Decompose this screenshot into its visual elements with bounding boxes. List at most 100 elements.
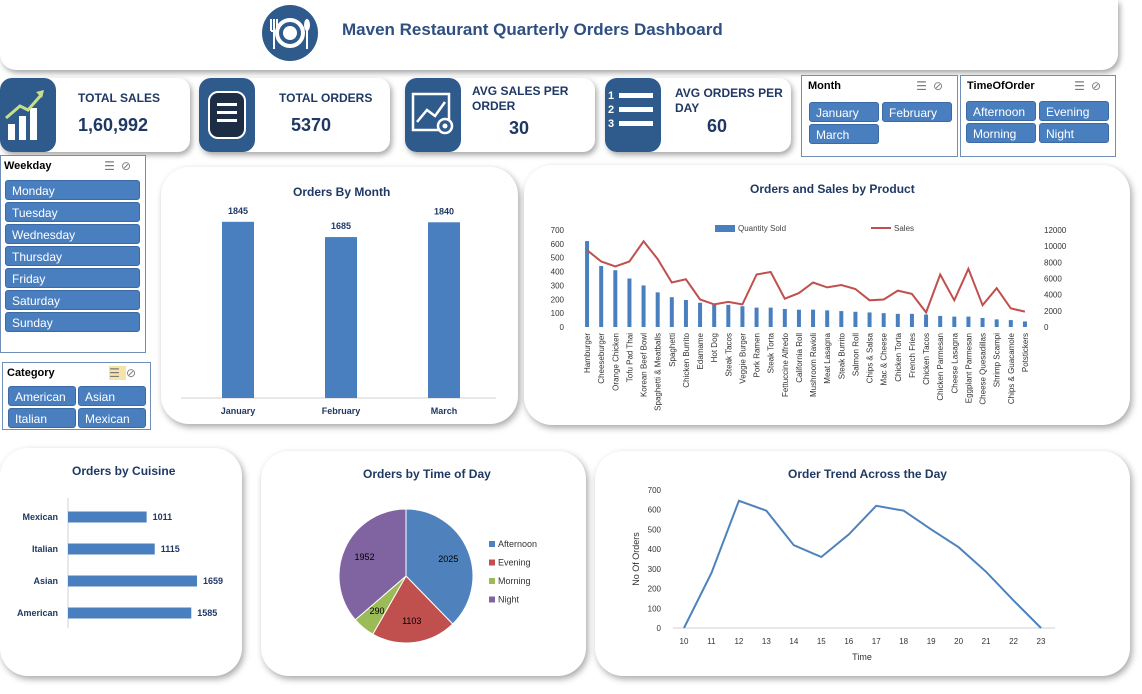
clear-filter-icon[interactable]: ⊘ (126, 366, 142, 380)
bar-january (222, 221, 254, 398)
slicer-item-saturday[interactable]: Saturday (5, 290, 140, 310)
bar-quantity-sold (853, 311, 858, 327)
slicer-item-february[interactable]: February (882, 102, 952, 122)
bar-quantity-sold (655, 292, 660, 327)
kpi-total-sales: TOTAL SALES 1,60,992 (0, 78, 190, 152)
slicer-item-evening[interactable]: Evening (1039, 101, 1109, 121)
x-tick-label: Chicken Burrito (682, 332, 691, 387)
svg-text:3: 3 (608, 118, 614, 130)
x-tick-label: 17 (872, 637, 881, 646)
x-tick-label: 16 (844, 637, 853, 646)
x-tick-label: Cheese Lasagna (950, 332, 959, 393)
x-tick-label: 10 (680, 637, 689, 646)
x-tick-label: 12 (734, 637, 743, 646)
legend-label: Afternoon (498, 539, 537, 549)
multi-select-icon[interactable]: ☰ (104, 159, 121, 173)
y-tick-label-left: 200 (551, 295, 565, 304)
y-tick-label-right: 8000 (1044, 258, 1062, 267)
analytics-gear-icon (405, 78, 461, 152)
bar-quantity-sold (994, 319, 999, 327)
x-tick-label: Potstickers (1021, 333, 1030, 372)
y-tick-label-right: 12000 (1044, 226, 1067, 235)
x-tick-label: January (221, 406, 256, 416)
y-tick-label: Asian (33, 576, 58, 586)
orders-by-time-of-day-chart: 2025 1103 290 1952 Afternoon Evening Morning Ni… (338, 508, 537, 644)
weekday-slicer: Weekday ☰⊘ Monday Tuesday Wednesday Thur… (0, 155, 146, 353)
slicer-item-morning[interactable]: Morning (966, 123, 1036, 143)
data-label: 1115 (161, 544, 180, 554)
x-tick-label: French Fries (908, 333, 917, 378)
slicer-item-asian[interactable]: Asian (78, 386, 146, 406)
y-tick-label-left: 600 (551, 240, 565, 249)
slicer-item-thursday[interactable]: Thursday (5, 246, 140, 266)
data-label: 1103 (402, 616, 421, 626)
legend-label: Sales (894, 224, 914, 233)
slicer-item-italian[interactable]: Italian (8, 408, 76, 428)
numbered-list-icon: 1 2 3 (605, 78, 661, 152)
legend-label: Night (498, 595, 520, 605)
bar-quantity-sold (726, 304, 731, 327)
y-tick-label: 700 (648, 486, 662, 495)
bar-mexican (68, 511, 147, 523)
y-tick-label-right: 2000 (1044, 307, 1062, 316)
x-tick-label: Steak Torta (767, 332, 776, 373)
bar-quantity-sold (683, 299, 688, 327)
y-tick-label: 400 (648, 545, 662, 554)
slicer-item-night[interactable]: Night (1039, 123, 1109, 143)
y-tick-label: 0 (657, 624, 662, 633)
y-tick-label: 600 (648, 506, 662, 515)
slicer-item-mexican[interactable]: Mexican (78, 408, 146, 428)
multi-select-icon[interactable]: ☰ (916, 79, 933, 93)
x-tick-label: Edamame (696, 332, 705, 369)
multi-select-icon[interactable]: ☰ (1074, 79, 1091, 93)
x-tick-label: Cheese Quesadillas (979, 333, 988, 405)
slicer-title: Weekday (4, 160, 52, 172)
slicer-item-american[interactable]: American (8, 386, 76, 406)
slicer-item-january[interactable]: January (809, 102, 879, 122)
slicer-controls: ☰⊘ (104, 159, 137, 173)
bar-quantity-sold (938, 315, 943, 327)
x-tick-label: 21 (982, 637, 991, 646)
data-label: 1011 (153, 512, 173, 522)
svg-text:1: 1 (608, 90, 614, 102)
data-label: 1585 (197, 608, 217, 618)
x-tick-label: Eggplant Parmesan (964, 333, 973, 403)
kpi-total-orders: TOTAL ORDERS 5370 (199, 78, 390, 152)
x-tick-label: Hamburger (583, 333, 592, 373)
slicer-item-afternoon[interactable]: Afternoon (966, 101, 1036, 121)
orders-by-month-card: Orders By Month 1845 January 1685 February 1… (161, 167, 518, 424)
x-tick-label: Orange Chicken (611, 333, 620, 391)
clear-filter-icon[interactable]: ⊘ (121, 159, 137, 173)
x-tick-label: Chips & Salsa (866, 332, 875, 383)
bar-quantity-sold (796, 309, 801, 327)
multi-select-icon[interactable]: ☰ (109, 366, 126, 380)
kpi-label: TOTAL SALES (78, 91, 161, 105)
x-tick-label: 13 (762, 637, 771, 646)
x-tick-label: Hot Dog (710, 333, 719, 362)
x-tick-label: 15 (817, 637, 826, 646)
x-tick-label: 11 (707, 637, 716, 646)
time-of-order-slicer: TimeOfOrder ☰⊘ Afternoon Evening Morning… (960, 75, 1116, 157)
bar-quantity-sold (613, 270, 618, 327)
slicer-item-sunday[interactable]: Sunday (5, 312, 140, 332)
kpi-label: TOTAL ORDERS (279, 91, 373, 105)
x-tick-label: Tofu Pad Thai (625, 333, 634, 382)
bar-quantity-sold (895, 313, 900, 327)
data-label: 1840 (434, 206, 454, 216)
x-tick-label: Fettuccine Alfredo (781, 332, 790, 397)
x-tick-label: California Roll (795, 333, 804, 383)
category-slicer: Category ☰⊘ American Asian Italian Mexic… (2, 362, 151, 430)
x-tick-label: Chicken Torta (894, 332, 903, 381)
clear-filter-icon[interactable]: ⊘ (1091, 79, 1107, 93)
slicer-item-tuesday[interactable]: Tuesday (5, 202, 140, 222)
bar-quantity-sold (924, 314, 929, 327)
clear-filter-icon[interactable]: ⊘ (933, 79, 949, 93)
order-trend-chart: 0 100 200 300 400 500 600 700 10 11 12 13 14 15 16 17 18… (631, 486, 1055, 662)
y-tick-label-right: 4000 (1044, 291, 1062, 300)
legend-swatch (489, 578, 495, 584)
slicer-item-monday[interactable]: Monday (5, 180, 140, 200)
slicer-item-friday[interactable]: Friday (5, 268, 140, 288)
slicer-item-wednesday[interactable]: Wednesday (5, 224, 140, 244)
x-tick-label: Salmon Roll (851, 333, 860, 376)
slicer-item-march[interactable]: March (809, 124, 879, 144)
